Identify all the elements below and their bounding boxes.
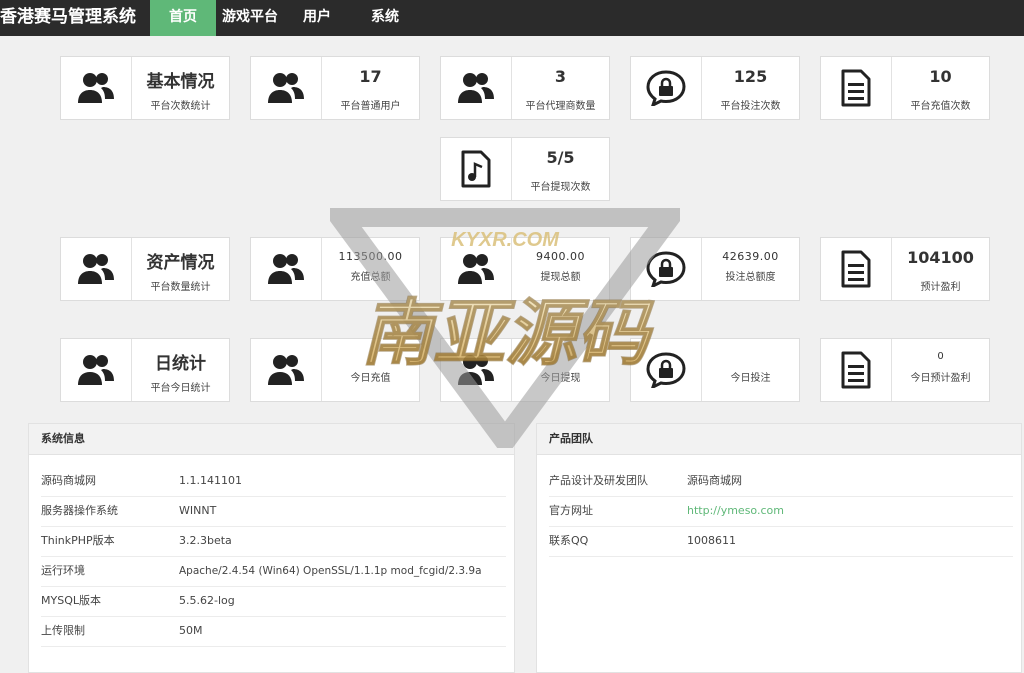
system-info-panel: 系统信息 源码商城网 1.1.141101 服务器操作系统 WINNT Thin… (28, 423, 515, 673)
info-value: 5.5.62-log (179, 594, 235, 607)
users-icon (441, 339, 512, 401)
info-row: 服务器操作系统 WINNT (41, 496, 506, 527)
tile-value: 125 (733, 67, 768, 86)
info-key: MYSQL版本 (41, 594, 101, 607)
tile-subtitle: 今日提现 (540, 373, 581, 384)
info-key: ThinkPHP版本 (41, 534, 115, 547)
tile-value: 9400.00 (536, 250, 585, 263)
tile-subtitle: 投注总额度 (725, 272, 776, 283)
tile-subtitle: 平台代理商数量 (525, 101, 596, 112)
tile-today-bet: 今日投注 (630, 338, 800, 402)
tile-subtitle: 今日预计盈利 (910, 373, 971, 384)
info-key: 源码商城网 (41, 474, 96, 487)
info-row: 联系QQ 1008611 (549, 526, 1013, 557)
info-value: 1008611 (687, 534, 736, 547)
lock-chat-icon (631, 238, 702, 300)
document-icon (821, 238, 892, 300)
music-file-icon (441, 138, 512, 200)
tile-recharge-total: 113500.00 充值总额 (250, 237, 420, 301)
info-row: MYSQL版本 5.5.62-log (41, 586, 506, 617)
tile-withdraw-total: 9400.00 提现总额 (440, 237, 610, 301)
tile-assets-overview: 资产情况 平台数量统计 (60, 237, 230, 301)
lock-chat-icon (631, 57, 702, 119)
info-value: 3.2.3beta (179, 534, 232, 547)
tile-subtitle: 今日充值 (350, 373, 391, 384)
tile-value: 3 (554, 67, 567, 86)
nav-system[interactable]: 系统 (358, 0, 412, 36)
tile-recharges: 10 平台充值次数 (820, 56, 990, 120)
info-value: 源码商城网 (687, 474, 742, 487)
tile-subtitle: 平台数量统计 (150, 282, 211, 293)
users-icon (61, 57, 132, 119)
tile-subtitle: 平台今日统计 (150, 383, 211, 394)
tile-title: 资产情况 (146, 253, 215, 273)
tile-profit-estimate: 104100 预计盈利 (820, 237, 990, 301)
users-icon (251, 238, 322, 300)
tile-title: 日统计 (155, 354, 206, 374)
official-site-link[interactable]: http://ymeso.com (687, 496, 784, 526)
document-icon (821, 57, 892, 119)
info-value: WINNT (179, 504, 217, 517)
info-row: 上传限制 50M (41, 616, 506, 647)
tile-subtitle: 平台次数统计 (150, 101, 211, 112)
tile-bet-total: 42639.00 投注总额度 (630, 237, 800, 301)
info-row: 源码商城网 1.1.141101 (41, 466, 506, 497)
info-value: 1.1.141101 (179, 474, 242, 487)
info-value: 50M (179, 624, 203, 637)
users-icon (251, 339, 322, 401)
tile-subtitle: 充值总额 (350, 272, 391, 283)
tile-subtitle: 平台充值次数 (910, 101, 971, 112)
tile-value: 10 (929, 67, 952, 86)
info-key: 服务器操作系统 (41, 504, 118, 517)
tile-subtitle: 平台投注次数 (720, 101, 781, 112)
tile-subtitle: 平台普通用户 (340, 101, 401, 112)
info-key: 官方网址 (549, 504, 593, 517)
product-team-panel: 产品团队 产品设计及研发团队 源码商城网 官方网址 http://ymeso.c… (536, 423, 1022, 673)
nav-users[interactable]: 用户 (290, 0, 344, 36)
tile-basic-overview: 基本情况 平台次数统计 (60, 56, 230, 120)
tile-value: 42639.00 (722, 250, 779, 263)
info-row: 产品设计及研发团队 源码商城网 (549, 466, 1013, 497)
info-key: 联系QQ (549, 534, 589, 547)
info-key: 产品设计及研发团队 (549, 474, 648, 487)
tile-value: 17 (359, 67, 382, 86)
users-icon (441, 57, 512, 119)
tile-withdrawals: 5/5 平台提现次数 (440, 137, 610, 201)
info-row: 运行环境 Apache/2.4.54 (Win64) OpenSSL/1.1.1… (41, 556, 506, 587)
nav-home[interactable]: 首页 (150, 0, 216, 36)
tile-value: 0 (937, 351, 944, 362)
tile-today-recharge: 今日充值 (250, 338, 420, 402)
document-icon (821, 339, 892, 401)
info-value: Apache/2.4.54 (Win64) OpenSSL/1.1.1p mod… (179, 565, 482, 577)
tile-subtitle: 今日投注 (730, 373, 771, 384)
info-key: 上传限制 (41, 624, 85, 637)
tile-users: 17 平台普通用户 (250, 56, 420, 120)
tile-value: 5/5 (546, 148, 575, 167)
tile-subtitle: 预计盈利 (920, 282, 961, 293)
info-key: 运行环境 (41, 564, 85, 577)
tile-daily-overview: 日统计 平台今日统计 (60, 338, 230, 402)
nav-game-platform[interactable]: 游戏平台 (218, 0, 282, 36)
tile-bets: 125 平台投注次数 (630, 56, 800, 120)
info-row: ThinkPHP版本 3.2.3beta (41, 526, 506, 557)
users-icon (441, 238, 512, 300)
tile-title: 基本情况 (146, 72, 215, 92)
panel-title: 系统信息 (29, 424, 514, 455)
tile-value: 104100 (907, 248, 974, 267)
tile-today-withdraw: 今日提现 (440, 338, 610, 402)
users-icon (61, 238, 132, 300)
lock-chat-icon (631, 339, 702, 401)
tile-subtitle: 平台提现次数 (530, 182, 591, 193)
app-brand-title[interactable]: 香港赛马管理系统 (0, 0, 136, 36)
users-icon (61, 339, 132, 401)
info-row: 官方网址 http://ymeso.com (549, 496, 1013, 527)
top-nav-bar: 香港赛马管理系统 首页 游戏平台 用户 系统 (0, 0, 1024, 36)
tile-value: 113500.00 (338, 250, 403, 263)
tile-subtitle: 提现总额 (540, 272, 581, 283)
users-icon (251, 57, 322, 119)
tile-today-profit: 0 今日预计盈利 (820, 338, 990, 402)
panel-title: 产品团队 (537, 424, 1021, 455)
tile-agents: 3 平台代理商数量 (440, 56, 610, 120)
